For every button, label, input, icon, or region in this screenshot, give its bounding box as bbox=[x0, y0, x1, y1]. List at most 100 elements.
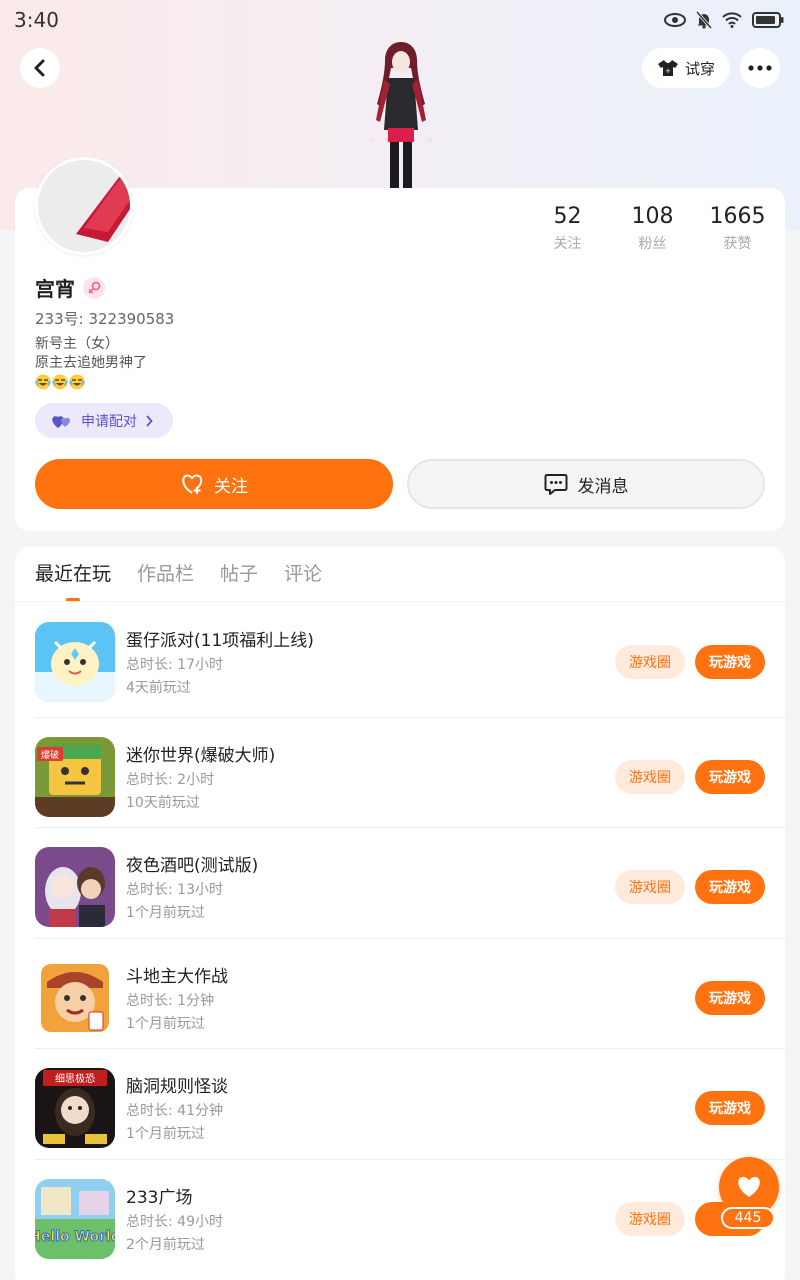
user-id: 233号: 322390583 bbox=[35, 310, 175, 328]
svg-text:+: + bbox=[665, 67, 671, 75]
eye-icon bbox=[664, 13, 686, 27]
game-last-played: 2个月前玩过 bbox=[126, 1237, 205, 1253]
female-gender-icon bbox=[83, 276, 105, 299]
game-last-played: 10天前玩过 bbox=[126, 795, 200, 811]
more-dots-icon bbox=[748, 65, 772, 71]
game-list-item[interactable]: 斗地主大作战 总时长: 1分钟 1个月前玩过 玩游戏 bbox=[35, 938, 785, 1048]
chat-bubble-icon bbox=[544, 474, 567, 495]
username: 宫宵 bbox=[35, 277, 75, 301]
crying-laugh-emoji-icon bbox=[35, 374, 51, 390]
game-play-duration: 总时长: 41分钟 bbox=[126, 1103, 223, 1119]
mute-bell-icon bbox=[696, 11, 712, 29]
crying-laugh-emoji-icon bbox=[69, 374, 85, 390]
game-icon-text: 细思极恐 bbox=[55, 1072, 95, 1085]
game-circle-button[interactable]: 游戏圈 bbox=[615, 1202, 685, 1236]
game-play-duration: 总时长: 13小时 bbox=[126, 882, 223, 898]
stat-label: 粉丝 bbox=[638, 236, 667, 252]
game-circle-button[interactable]: 游戏圈 bbox=[615, 870, 685, 904]
game-play-duration: 总时长: 1分钟 bbox=[126, 993, 215, 1009]
tab-posts[interactable]: 帖子 bbox=[220, 560, 258, 588]
game-name: 233广场 bbox=[126, 1188, 193, 1208]
send-message-label: 发消息 bbox=[577, 476, 629, 497]
username-row: 宫宵 bbox=[35, 273, 105, 302]
crying-laugh-emoji-icon bbox=[52, 374, 68, 390]
wifi-icon bbox=[722, 12, 742, 28]
tshirt-icon: + bbox=[657, 60, 678, 76]
game-play-duration: 总时长: 49小时 bbox=[126, 1214, 223, 1230]
tab-recently-played[interactable]: 最近在玩 bbox=[35, 560, 111, 588]
stat-value: 108 bbox=[631, 204, 674, 229]
heart-icon bbox=[738, 1176, 760, 1197]
bio-line: 新号主（女） bbox=[35, 336, 119, 352]
stat-value: 52 bbox=[553, 204, 582, 229]
game-play-duration: 总时长: 17小时 bbox=[126, 657, 223, 673]
game-list-item[interactable]: Hello World 233广场 总时长: 49小时 2个月前玩过 游戏圈 玩 bbox=[35, 1159, 785, 1269]
game-play-duration: 总时长: 2小时 bbox=[126, 772, 215, 788]
row-divider bbox=[35, 938, 785, 939]
chevron-right-icon bbox=[146, 414, 153, 427]
play-game-button[interactable]: 玩游戏 bbox=[695, 870, 765, 904]
avatar[interactable] bbox=[35, 157, 133, 255]
game-icon-233-plaza[interactable]: Hello World bbox=[35, 1179, 115, 1259]
row-divider bbox=[35, 1048, 785, 1049]
game-icon-text: 爆破 bbox=[41, 749, 59, 761]
chevron-left-icon bbox=[34, 59, 45, 77]
back-button[interactable] bbox=[20, 48, 60, 88]
game-icon-naodong-rules[interactable]: 细思极恐 bbox=[35, 1068, 115, 1148]
game-name: 迷你世界(爆破大师) bbox=[126, 746, 276, 766]
stat-value: 1665 bbox=[709, 204, 766, 229]
follow-label: 关注 bbox=[214, 476, 248, 497]
avatar-character-figure[interactable] bbox=[358, 40, 444, 188]
tab-comments[interactable]: 评论 bbox=[284, 560, 322, 588]
game-name: 夜色酒吧(测试版) bbox=[126, 856, 259, 876]
apply-pair-button[interactable]: 申请配对 bbox=[35, 403, 173, 438]
apply-pair-label: 申请配对 bbox=[81, 413, 137, 430]
bio-emojis bbox=[35, 374, 85, 390]
status-icons bbox=[664, 11, 784, 29]
stat-likes[interactable]: 1665 获赞 bbox=[695, 203, 780, 253]
follow-button[interactable]: 关注 bbox=[35, 459, 393, 509]
stat-followers[interactable]: 108 粉丝 bbox=[610, 203, 695, 253]
bio: 新号主（女） 原主去追她男神了 bbox=[35, 335, 147, 373]
row-divider bbox=[35, 1159, 785, 1160]
game-icon-eggy-party[interactable] bbox=[35, 622, 115, 702]
game-name: 蛋仔派对(11项福利上线) bbox=[126, 631, 314, 651]
row-divider bbox=[35, 827, 785, 828]
game-last-played: 1个月前玩过 bbox=[126, 1016, 205, 1032]
tab-works[interactable]: 作品栏 bbox=[137, 560, 194, 588]
profile-stats: 52 关注 108 粉丝 1665 获赞 bbox=[525, 203, 780, 253]
game-last-played: 1个月前玩过 bbox=[126, 905, 205, 921]
game-last-played: 4天前玩过 bbox=[126, 680, 191, 696]
game-name: 脑洞规则怪谈 bbox=[126, 1077, 228, 1097]
game-circle-button[interactable]: 游戏圈 bbox=[615, 760, 685, 794]
game-icon-text: Hello World bbox=[35, 1229, 115, 1245]
status-time: 3:40 bbox=[14, 8, 59, 32]
more-options-button[interactable] bbox=[740, 48, 780, 88]
game-icon-doudizhu[interactable] bbox=[35, 958, 115, 1038]
game-list-item[interactable]: 夜色酒吧(测试版) 总时长: 13小时 1个月前玩过 游戏圈 玩游戏 bbox=[35, 827, 785, 937]
game-name: 斗地主大作战 bbox=[126, 967, 228, 987]
status-bar: 3:40 bbox=[0, 0, 800, 40]
try-on-button[interactable]: + 试穿 bbox=[642, 48, 730, 88]
bio-line: 原主去追她男神了 bbox=[35, 355, 147, 371]
game-list-item[interactable]: 爆破 迷你世界(爆破大师) 总时长: 2小时 10天前玩过 游戏圈 玩游戏 bbox=[35, 717, 785, 827]
game-list-item[interactable]: 细思极恐 脑洞规则怪谈 总时长: 41分钟 1个月前玩过 玩游戏 bbox=[35, 1048, 785, 1158]
play-game-button[interactable]: 玩游戏 bbox=[695, 645, 765, 679]
play-game-button[interactable]: 玩游戏 bbox=[695, 760, 765, 794]
game-icon-mini-world[interactable]: 爆破 bbox=[35, 737, 115, 817]
play-game-button[interactable]: 玩游戏 bbox=[695, 1091, 765, 1125]
game-last-played: 1个月前玩过 bbox=[126, 1126, 205, 1142]
send-message-button[interactable]: 发消息 bbox=[407, 459, 765, 509]
heart-plus-icon bbox=[182, 474, 203, 494]
stat-label: 关注 bbox=[553, 236, 582, 252]
profile-tabs: 最近在玩 作品栏 帖子 评论 bbox=[35, 560, 322, 588]
game-icon-night-bar[interactable] bbox=[35, 847, 115, 927]
game-circle-button[interactable]: 游戏圈 bbox=[615, 645, 685, 679]
try-on-label: 试穿 bbox=[684, 59, 715, 78]
game-list-item[interactable]: 蛋仔派对(11项福利上线) 总时长: 17小时 4天前玩过 游戏圈 玩游戏 bbox=[35, 602, 785, 712]
battery-icon bbox=[752, 12, 784, 28]
play-game-button[interactable]: 玩游戏 bbox=[695, 981, 765, 1015]
like-count-badge: 445 bbox=[721, 1207, 775, 1229]
double-heart-icon bbox=[52, 415, 70, 428]
stat-following[interactable]: 52 关注 bbox=[525, 203, 610, 253]
